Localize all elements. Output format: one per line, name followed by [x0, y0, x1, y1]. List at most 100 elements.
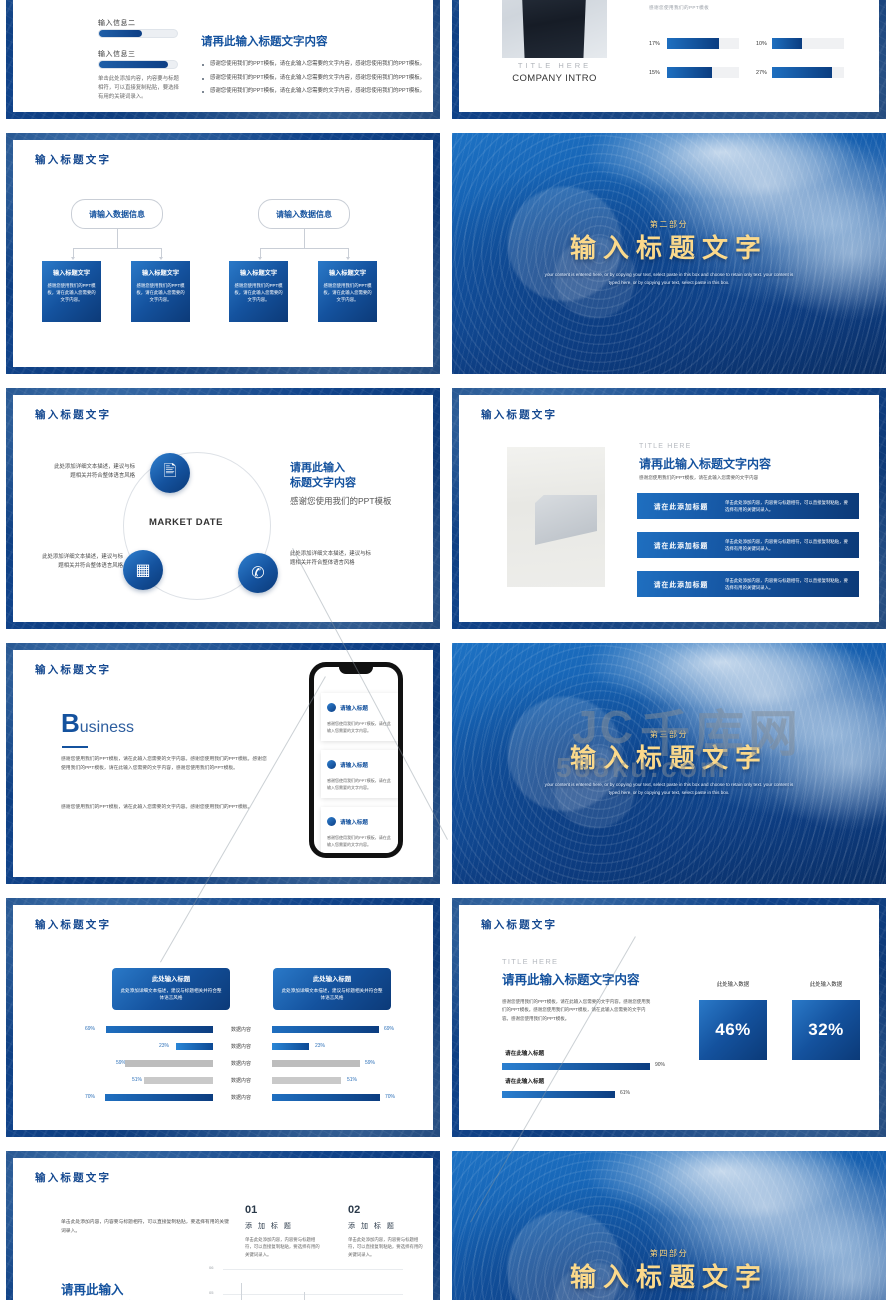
phone-card-title: 请输入标题	[340, 762, 368, 769]
org-connector	[348, 248, 349, 257]
chart-card-title: 此处输入标题	[312, 976, 352, 983]
tornado-bar-left	[106, 1026, 213, 1033]
tornado-bar-right	[272, 1043, 309, 1050]
slide-frame: 输入标题文字 Business 感谢您使用我们的PPT模板，请在此输入您需要的文…	[6, 643, 440, 884]
slide-frame: 输入标题文字 此处输入标题 此处添加详细文本描述，建议与标题相关并符合整体语言风…	[6, 898, 440, 1137]
stat-bar	[772, 67, 844, 78]
phone-card[interactable]: 请输入标题 感谢您使用我们的PPT模板，请在此输入您需要的文字内容。	[321, 693, 398, 742]
stat-percent: 15%	[649, 70, 660, 76]
thumbnail-slide-section-2[interactable]: 第二部分 输入标题文字 your content is entered here…	[446, 127, 892, 382]
tornado-value-right: 69%	[384, 1026, 395, 1032]
thumbnail-slide-section-3[interactable]: 第三部分 输入标题文字 your content is entered here…	[446, 637, 892, 892]
org-child-body: 感谢您使用我们的PPT模板，请在此输入您需要的文字内容。	[47, 283, 96, 303]
market-subtext: 感谢您使用我们的PPT模板	[290, 496, 392, 506]
slide-frame: 第三部分 输入标题文字 your content is entered here…	[452, 643, 886, 884]
org-connector	[304, 229, 305, 248]
person-photo	[502, 0, 607, 58]
thumbnail-slide-laptop-list[interactable]: 输入标题文字 TITLE HERE 请再此输入标题文字内容 感谢您使用我们的PP…	[446, 382, 892, 637]
tornado-value-right: 59%	[365, 1060, 376, 1066]
bullet-item: 感谢您使用我们的PPT模板，请在此输入您需要的文字内容，感谢您使用我们的PPT模…	[201, 74, 433, 83]
slide-frame: 输入标题文字 TITLE HERE 请再此输入标题文字内容 感谢您使用我们的PP…	[452, 388, 886, 629]
list-row[interactable]: 请在此添加标题 单击此处添加内容，内容要与标题相符，可以直接复制粘贴，要选择有用…	[637, 532, 859, 558]
slide-frame: 第二部分 输入标题文字 your content is entered here…	[452, 133, 886, 374]
page-title: 输入标题文字	[481, 919, 558, 931]
org-child-title: 输入标题文字	[141, 270, 180, 277]
number-title: 添 加 标 题	[348, 1223, 396, 1230]
thumbnail-slide-numbered-chart[interactable]: 输入标题文字 单击此处添加内容，内容要与标题相符，可以直接复制粘贴，要选择有用的…	[0, 1145, 446, 1300]
thumbnail-slide-market-date[interactable]: 输入标题文字 MARKET DATE 🖹 ▦ ✆ 此处添加详细文本描述，建议与标…	[0, 382, 446, 637]
slide-page: 输入标题文字 此处输入标题 此处添加详细文本描述，建议与标题相关并符合整体语言风…	[13, 905, 433, 1130]
kpi-bar-label: 请在此输入标题	[505, 1079, 545, 1085]
market-item-text: 此处添加详细文本描述，建议与标题相关并符合整体语言风格	[290, 551, 371, 567]
org-child-body: 感谢您使用我们的PPT模板，请在此输入您需要的文字内容。	[323, 283, 372, 303]
section-kicker: 第二部分	[649, 220, 689, 230]
thumbnail-slide-kpi[interactable]: 输入标题文字 TITLE HERE 请再此输入标题文字内容 感谢您使用我们的PP…	[446, 892, 892, 1145]
phone-card[interactable]: 请输入标题 感谢您使用我们的PPT模板，请在此输入您需要的文字内容。	[321, 807, 398, 853]
list-row[interactable]: 请在此添加标题 单击此处添加内容，内容要与标题相符，可以直接复制粘贴，要选择有用…	[637, 493, 859, 519]
laptop-photo	[507, 447, 605, 587]
kpi-paragraph: 感谢您使用我们的PPT模板，请在此输入您需要的文字内容。感谢您使用我们的PPT模…	[502, 999, 651, 1021]
org-parent-node: 请输入数据信息	[71, 199, 163, 229]
slide-page: TITLE HERE COMPANY INTRO 感谢您使用我们的PPT模板 1…	[459, 0, 879, 112]
tornado-bar-left	[144, 1077, 213, 1084]
error-bar	[241, 1283, 242, 1300]
tornado-bar-left	[105, 1094, 213, 1101]
brand-wordmark: Business	[61, 708, 135, 738]
chart-card-title: 此处输入标题	[151, 976, 191, 983]
brand-rule	[62, 746, 88, 748]
bullets-heading: 请再此输入标题文字内容	[201, 36, 328, 48]
phone-card-title: 请输入标题	[340, 705, 368, 712]
thumbnail-slide-section-4[interactable]: 第四部分 输入标题文字 your content is entered here…	[446, 1145, 892, 1300]
slide-frame: 输入标题文字 TITLE HERE 请再此输入标题文字内容 感谢您使用我们的PP…	[452, 898, 886, 1137]
market-heading-1: 请再此输入	[290, 462, 345, 474]
org-child-node: 输入标题文字 感谢您使用我们的PPT模板，请在此输入您需要的文字内容。	[318, 261, 377, 322]
phone-card[interactable]: 请输入标题 感谢您使用我们的PPT模板，请在此输入您需要的文字内容。	[321, 750, 398, 799]
number-body: 单击此处添加内容，内容要与标题相符，可以直接复制粘贴，要选择有用的关键词录入。	[348, 1237, 423, 1257]
progress-bar-2	[98, 29, 178, 38]
stat-bar	[772, 38, 844, 49]
thumbnail-slide-company-intro[interactable]: TITLE HERE COMPANY INTRO 感谢您使用我们的PPT模板 1…	[446, 0, 892, 127]
lead-paragraph: 单击此处添加内容，内容要与标题相符，可以直接复制粘贴，要选择有用的关键词录入。	[61, 1220, 229, 1235]
market-item-text: 此处添加详细文本描述，建议与标题相关并符合整体语言风格	[42, 554, 123, 570]
list-row[interactable]: 请在此添加标题 单击此处添加内容，内容要与标题相符，可以直接复制粘贴，要选择有用…	[637, 571, 859, 597]
kpi-value: 46%	[715, 1020, 751, 1039]
market-item-text: 此处添加详细文本描述，建议与标题相关并符合整体语言风格	[54, 464, 135, 480]
org-arrow	[159, 257, 163, 260]
list-row-label: 请在此添加标题	[653, 504, 709, 511]
company-title: COMPANY INTRO	[512, 73, 597, 84]
slide-page: 输入标题文字 TITLE HERE 请再此输入标题文字内容 感谢您使用我们的PP…	[459, 395, 879, 622]
chart-card: 此处输入标题 此处添加详细文本描述，建议与标题相关并符合整体语言风格	[273, 968, 391, 1010]
chart-card-body: 此处添加详细文本描述，建议与标题相关并符合整体语言风格	[120, 988, 222, 1001]
number-title: 添 加 标 题	[245, 1223, 293, 1230]
number-label: 01	[245, 1204, 258, 1216]
slide-frame: 输入标题文字 单击此处添加内容，内容要与标题相符，可以直接复制粘贴，要选择有用的…	[6, 1151, 440, 1300]
thumbnail-slide-business-phone[interactable]: 输入标题文字 Business 感谢您使用我们的PPT模板，请在此输入您需要的文…	[0, 637, 446, 892]
list-eyebrow: TITLE HERE	[639, 443, 692, 450]
market-center-label: MARKET DATE	[149, 517, 223, 528]
kpi-eyebrow: TITLE HERE	[502, 957, 559, 966]
section-kicker: 第三部分	[649, 730, 689, 740]
axis-tick: 06	[209, 1265, 214, 1270]
thumbnail-slide-org-chart[interactable]: 输入标题文字 请输入数据信息 请输入数据信息 输入标题文字 感谢您使用我们的PP…	[0, 127, 446, 382]
section-title: 输入标题文字	[569, 1262, 768, 1293]
wave-background: 第三部分 输入标题文字 your content is entered here…	[452, 643, 886, 884]
tornado-bar-right	[272, 1026, 379, 1033]
stat-percent: 27%	[756, 70, 767, 76]
thumbnail-slide-progress-bullets[interactable]: 输入信息二 输入信息三 单击此处添加内容，内容要与标题相符，可以直接复制粘贴，要…	[0, 0, 446, 127]
tornado-value-left: 51%	[132, 1077, 143, 1083]
list-subtext: 感谢您使用我们的PPT模板，请在此输入您需要的文字内容	[639, 475, 759, 480]
tornado-category: 数据内容	[230, 1078, 251, 1084]
tornado-bar-left	[176, 1043, 213, 1050]
org-connector	[161, 248, 162, 257]
tornado-value-left: 70%	[85, 1094, 96, 1100]
tornado-value-left: 23%	[159, 1043, 170, 1049]
kpi-heading: 请再此输入标题文字内容	[502, 973, 640, 987]
slide-frame: TITLE HERE COMPANY INTRO 感谢您使用我们的PPT模板 1…	[452, 0, 886, 119]
thumbnail-slide-tornado-chart[interactable]: 输入标题文字 此处输入标题 此处添加详细文本描述，建议与标题相关并符合整体语言风…	[0, 892, 446, 1145]
tornado-bar-right	[272, 1077, 341, 1084]
kpi-value-box: 32%	[792, 1000, 860, 1060]
page-title: 输入标题文字	[35, 919, 112, 931]
axis-tick: 05	[209, 1290, 214, 1295]
tornado-category: 数据内容	[230, 1061, 251, 1067]
calendar-icon: ▦	[123, 550, 163, 590]
